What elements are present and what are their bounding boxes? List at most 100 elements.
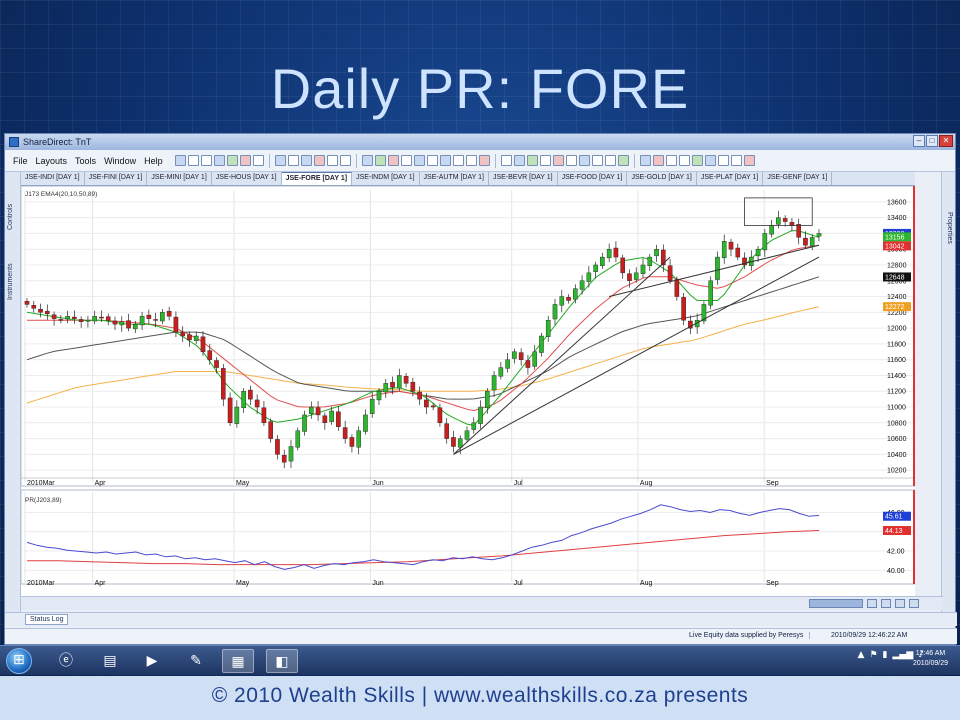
toolbar-button-24[interactable] <box>478 155 490 166</box>
media-player-taskbar-icon[interactable]: ▶ <box>136 649 168 673</box>
toolbar-button-43[interactable] <box>717 155 729 166</box>
instruments-panel-tab[interactable]: Instruments <box>7 234 19 300</box>
menu-window[interactable]: Window <box>100 156 140 166</box>
toolbar-button-11[interactable] <box>313 155 325 166</box>
document-taskbar-icon[interactable]: ▦ <box>222 649 254 673</box>
close-button[interactable]: ✕ <box>939 135 953 147</box>
status-log-tab[interactable]: Status Log <box>25 614 69 625</box>
controls-panel-tab[interactable]: Controls <box>7 180 19 230</box>
toolbar-button-19[interactable] <box>413 155 425 166</box>
toolbar-button-35[interactable] <box>617 155 629 166</box>
taskbar-clock[interactable]: 12:46 AM 2010/09/29 <box>913 649 948 669</box>
tray-battery-icon[interactable]: ▮ <box>883 650 888 660</box>
scrollbar-thumb[interactable] <box>809 599 863 608</box>
candle-body <box>566 297 571 301</box>
toolbar-button-38[interactable] <box>652 155 664 166</box>
main-chart-title: J173 EMA4(20,10,50,89) <box>25 191 97 198</box>
toolbar-button-20[interactable] <box>426 155 438 166</box>
pr-y-tick-0: 40.00 <box>887 568 905 575</box>
menu-tools[interactable]: Tools <box>71 156 100 166</box>
window-title-bar[interactable]: ShareDirect: TnT – □ ✕ <box>5 134 955 150</box>
toolbar-button-37[interactable] <box>639 155 651 166</box>
main-y-tick-2: 10600 <box>887 436 907 443</box>
properties-panel-tab[interactable]: Properties <box>943 212 953 272</box>
chart-area[interactable]: 2010Mar 2010Mar Apr Apr May May Jun Jun Jul Jul Au… <box>20 185 916 606</box>
toolbar-button-31[interactable] <box>565 155 577 166</box>
minimize-button[interactable]: – <box>913 135 925 147</box>
sharedirect-taskbar-icon[interactable]: ◧ <box>266 649 298 673</box>
toolbar-separator <box>633 153 635 168</box>
candle-body <box>715 256 720 280</box>
candle-body <box>647 256 653 266</box>
tab-jse-food[interactable]: JSE-FOOD [DAY 1] <box>558 172 628 185</box>
tab-jse-plat[interactable]: JSE-PLAT [DAY 1] <box>697 172 764 185</box>
tab-jse-gold[interactable]: JSE-GOLD [DAY 1] <box>627 172 697 185</box>
toolbar-button-6[interactable] <box>252 155 264 166</box>
tray-arrow-icon[interactable]: ▲ <box>858 650 865 660</box>
tray-signal-icon[interactable]: ▂▄▆ <box>892 650 913 660</box>
fit-chart-button[interactable] <box>909 599 919 608</box>
candle-body <box>464 430 470 440</box>
toolbar-button-27[interactable] <box>513 155 525 166</box>
ie-taskbar-icon[interactable]: ⓔ <box>50 649 82 673</box>
toolbar-button-30[interactable] <box>552 155 564 166</box>
toolbar-button-28[interactable] <box>526 155 538 166</box>
toolbar-button-21[interactable] <box>439 155 451 166</box>
toolbar-button-44[interactable] <box>730 155 742 166</box>
tab-jse-genf[interactable]: JSE-GENF [DAY 1] <box>763 172 833 185</box>
zoom-in-button[interactable] <box>881 599 891 608</box>
main-x-label-1: Apr <box>95 480 107 487</box>
price-flag-label-2: 13042 <box>885 243 905 250</box>
toolbar-button-16[interactable] <box>374 155 386 166</box>
tab-jse-autm[interactable]: JSE-AUTM [DAY 1] <box>420 172 489 185</box>
toolbar-button-10[interactable] <box>300 155 312 166</box>
toolbar-button-9[interactable] <box>287 155 299 166</box>
tab-jse-indi[interactable]: JSE-INDI [DAY 1] <box>21 172 85 185</box>
tab-jse-bevr[interactable]: JSE-BEVR [DAY 1] <box>489 172 558 185</box>
candle-body <box>539 335 544 353</box>
scroll-right-button[interactable] <box>867 599 877 608</box>
toolbar-button-2[interactable] <box>200 155 212 166</box>
explorer-taskbar-icon[interactable]: ▤ <box>94 649 126 673</box>
toolbar-button-1[interactable] <box>187 155 199 166</box>
toolbar-button-45[interactable] <box>743 155 755 166</box>
toolbar-button-40[interactable] <box>678 155 690 166</box>
candle-body <box>72 316 77 319</box>
zoom-out-button[interactable] <box>895 599 905 608</box>
toolbar-button-5[interactable] <box>239 155 251 166</box>
toolbar-button-34[interactable] <box>604 155 616 166</box>
menu-file[interactable]: File <box>9 156 32 166</box>
maximize-button[interactable]: □ <box>926 135 938 147</box>
menu-help[interactable]: Help <box>140 156 167 166</box>
toolbar-button-12[interactable] <box>326 155 338 166</box>
toolbar-button-15[interactable] <box>361 155 373 166</box>
toolbar-button-23[interactable] <box>465 155 477 166</box>
horizontal-scrollbar[interactable] <box>21 596 943 610</box>
toolbar-button-4[interactable] <box>226 155 238 166</box>
tab-jse-mini[interactable]: JSE-MINI [DAY 1] <box>147 172 212 185</box>
toolbar-button-3[interactable] <box>213 155 225 166</box>
tab-jse-fore[interactable]: JSE-FORE [DAY 1] <box>281 172 353 185</box>
toolbar-button-0[interactable] <box>174 155 186 166</box>
toolbar-button-39[interactable] <box>665 155 677 166</box>
tab-jse-fini[interactable]: JSE-FINI [DAY 1] <box>85 172 148 185</box>
tab-jse-indm[interactable]: JSE-INDM [DAY 1] <box>352 172 420 185</box>
chart-svg[interactable]: 2010Mar 2010Mar Apr Apr May May Jun Jun Jul Jul Au… <box>20 185 916 606</box>
toolbar-button-17[interactable] <box>387 155 399 166</box>
tab-jse-hous[interactable]: JSE-HOUS [DAY 1] <box>212 172 282 185</box>
candle-body <box>796 224 801 238</box>
toolbar-button-18[interactable] <box>400 155 412 166</box>
tray-flag-icon[interactable]: ⚑ <box>869 650 877 660</box>
toolbar-button-32[interactable] <box>578 155 590 166</box>
toolbar-button-33[interactable] <box>591 155 603 166</box>
toolbar-button-29[interactable] <box>539 155 551 166</box>
toolbar-button-42[interactable] <box>704 155 716 166</box>
start-button[interactable] <box>6 648 32 674</box>
toolbar-button-22[interactable] <box>452 155 464 166</box>
menu-layouts[interactable]: Layouts <box>32 156 72 166</box>
toolbar-button-41[interactable] <box>691 155 703 166</box>
paint-taskbar-icon[interactable]: ✎ <box>180 649 212 673</box>
toolbar-button-8[interactable] <box>274 155 286 166</box>
toolbar-button-13[interactable] <box>339 155 351 166</box>
toolbar-button-26[interactable] <box>500 155 512 166</box>
